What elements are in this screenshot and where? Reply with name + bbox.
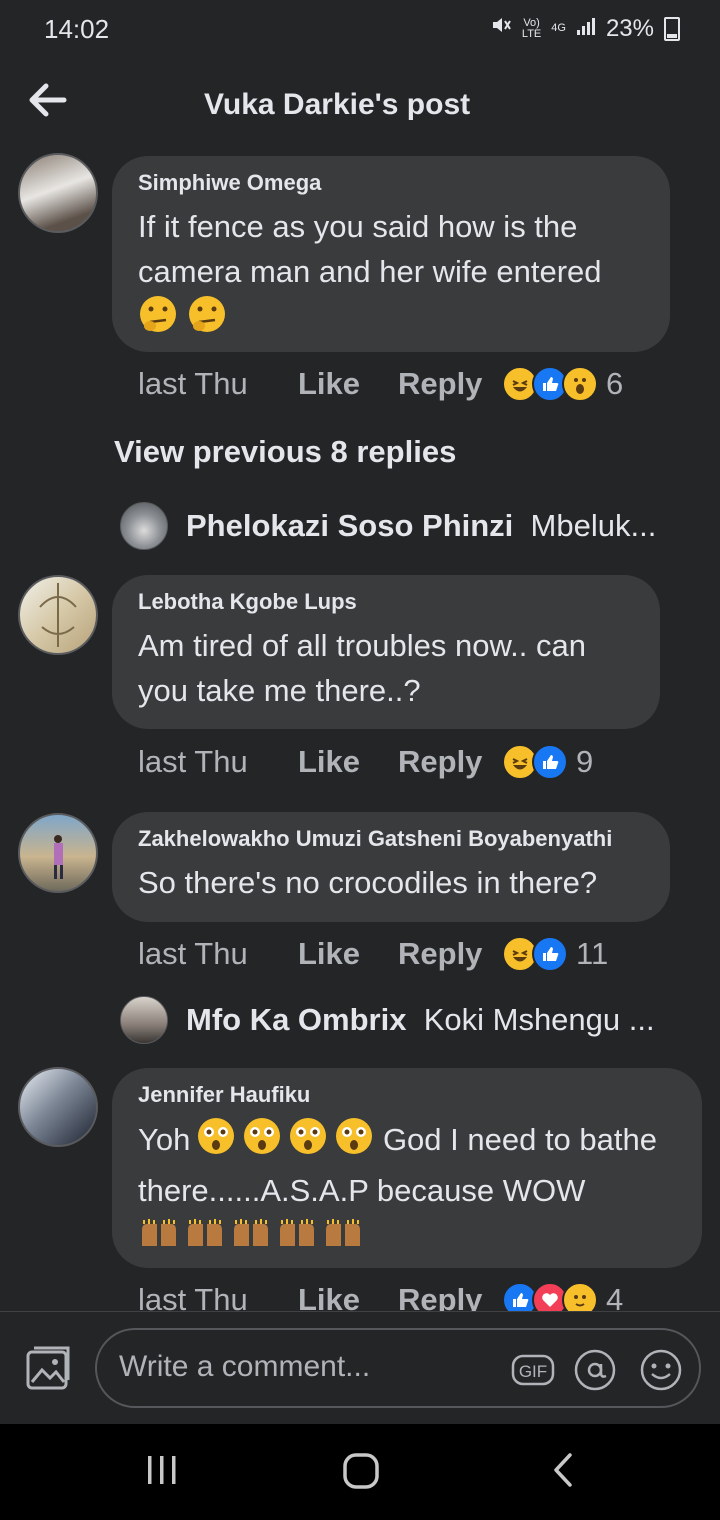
astonished-face-emojis (190, 1118, 374, 1157)
comment-bubble: Lebotha Kgobe Lups Am tired of all troub… (112, 575, 660, 729)
reaction-count: 9 (576, 744, 594, 779)
like-button[interactable]: Like (298, 1282, 398, 1311)
comment-text: So there's no crocodiles in there? (138, 865, 598, 900)
comment-author[interactable]: Zakhelowakho Umuzi Gatsheni Boyabenyathi (138, 826, 644, 852)
avatar[interactable] (120, 996, 168, 1044)
system-back-icon[interactable] (548, 1452, 580, 1493)
like-icon (532, 744, 568, 780)
status-bar: 14:02 Vo) LTE 4G 23% (0, 0, 720, 60)
home-icon[interactable] (342, 1452, 380, 1495)
reactions[interactable] (502, 1282, 598, 1311)
comment-time: last Thu (138, 744, 248, 779)
wow-icon (562, 366, 598, 402)
reactions[interactable] (502, 744, 568, 780)
comment-bubble: Jennifer Haufiku Yoh God I need to bathe… (112, 1068, 702, 1268)
comment-time: last Thu (138, 366, 248, 401)
like-button[interactable]: Like (298, 744, 398, 780)
like-icon (532, 936, 568, 972)
volte-indicator: Vo) LTE (521, 16, 542, 40)
reactions[interactable] (502, 366, 598, 402)
comment-author[interactable]: Simphiwe Omega (138, 170, 644, 196)
comment-text: Yoh God I need to bathe there......A.S.A… (138, 1116, 676, 1260)
network-type: 4G (551, 22, 566, 34)
comment-bubble: Simphiwe Omega If it fence as you said h… (112, 156, 670, 352)
comment-actions: last Thu Like Reply 4 (138, 1282, 623, 1311)
thinking-face-icon (138, 294, 178, 346)
view-previous-replies[interactable]: View previous 8 replies (114, 434, 456, 470)
comment-input[interactable]: Write a comment... GIF (95, 1328, 701, 1408)
system-nav-bar (0, 1424, 720, 1520)
page-title: Vuka Darkie's post (204, 88, 471, 121)
reply-preview: Koki Mshengu ... (423, 1002, 655, 1037)
raising-hands-icon (322, 1215, 364, 1260)
gif-icon[interactable]: GIF (511, 1348, 555, 1392)
comment-actions: last Thu Like Reply 6 (138, 366, 623, 402)
astonished-face-icon (334, 1116, 374, 1168)
mention-icon[interactable] (573, 1348, 617, 1392)
comment-placeholder: Write a comment... (119, 1350, 371, 1383)
back-arrow-icon[interactable] (28, 80, 68, 120)
comment-author[interactable]: Jennifer Haufiku (138, 1082, 676, 1108)
astonished-face-icon (288, 1116, 328, 1168)
emoji-icon[interactable] (639, 1348, 683, 1392)
comment-text: Am tired of all troubles now.. can you t… (138, 628, 587, 708)
comment-bubble: Zakhelowakho Umuzi Gatsheni Boyabenyathi… (112, 812, 670, 922)
raising-hands-icon (184, 1215, 226, 1260)
reply-button[interactable]: Reply (398, 1282, 502, 1311)
avatar[interactable] (18, 153, 98, 233)
care-icon (562, 1282, 598, 1311)
avatar[interactable] (18, 575, 98, 655)
thinking-face-icon (187, 294, 227, 346)
reply-button[interactable]: Reply (398, 366, 502, 402)
comment-time: last Thu (138, 936, 248, 971)
reply-button[interactable]: Reply (398, 936, 502, 972)
svg-text:GIF: GIF (519, 1362, 547, 1381)
collapsed-reply[interactable]: Phelokazi Soso Phinzi Mbeluk... (186, 508, 656, 544)
avatar[interactable] (18, 1067, 98, 1147)
raising-hands-icon (230, 1215, 272, 1260)
photo-icon[interactable] (22, 1342, 74, 1394)
raising-hands-emojis (138, 1218, 368, 1253)
battery-level: 23% (605, 14, 654, 42)
astonished-face-icon (196, 1116, 236, 1168)
reply-button[interactable]: Reply (398, 744, 502, 780)
post-header: Vuka Darkie's post (0, 70, 720, 144)
reply-author: Mfo Ka Ombrix (186, 1002, 407, 1037)
avatar[interactable] (120, 502, 168, 550)
astonished-face-icon (242, 1116, 282, 1168)
comment-time: last Thu (138, 1282, 248, 1311)
like-button[interactable]: Like (298, 936, 398, 972)
status-time: 14:02 (44, 14, 110, 44)
raising-hands-icon (138, 1215, 180, 1260)
collapsed-reply[interactable]: Mfo Ka Ombrix Koki Mshengu ... (186, 1002, 655, 1038)
raising-hands-icon (276, 1215, 318, 1260)
signal-icon (576, 15, 596, 43)
comment-actions: last Thu Like Reply 9 (138, 744, 593, 780)
battery-icon (664, 16, 680, 41)
comment-composer: Write a comment... GIF (0, 1312, 720, 1424)
reaction-count: 4 (606, 1282, 624, 1311)
status-icons: Vo) LTE 4G 23% (490, 14, 680, 43)
reaction-count: 6 (606, 366, 624, 401)
comment-author[interactable]: Lebotha Kgobe Lups (138, 589, 634, 615)
mute-icon (490, 14, 512, 43)
like-button[interactable]: Like (298, 366, 398, 402)
reply-preview: Mbeluk... (530, 508, 657, 543)
reaction-count: 11 (576, 936, 609, 971)
comment-actions: last Thu Like Reply 11 (138, 936, 608, 972)
reactions[interactable] (502, 936, 568, 972)
avatar[interactable] (18, 813, 98, 893)
reply-author: Phelokazi Soso Phinzi (186, 508, 514, 543)
recent-apps-icon[interactable] (144, 1452, 180, 1493)
comment-text: If it fence as you said how is the camer… (138, 204, 644, 346)
